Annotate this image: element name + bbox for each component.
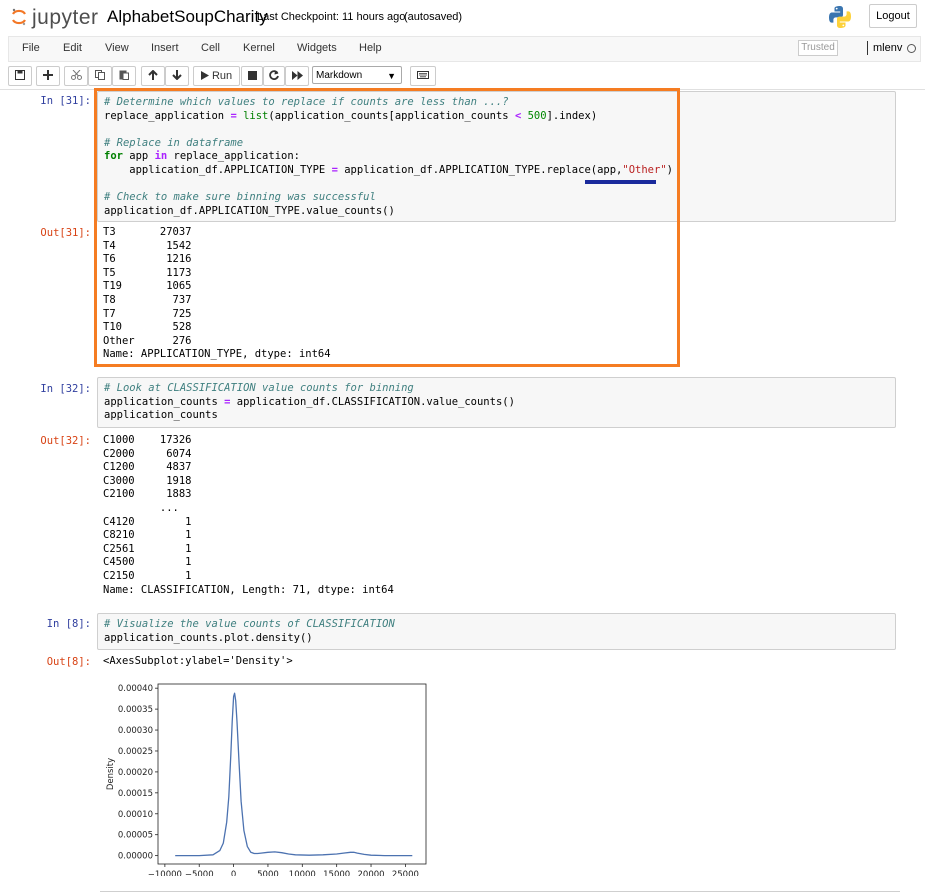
code-line: application_counts	[104, 409, 218, 422]
y-tick-label: 0.00005	[118, 831, 153, 841]
chevron-down-icon: ▼	[387, 71, 396, 81]
cell-type-select[interactable]: Markdown ▼	[312, 66, 402, 84]
code-cell-input[interactable]: # Visualize the value counts of CLASSIFI…	[97, 613, 896, 650]
x-tick-label: 15000	[323, 870, 350, 876]
code-line: application_counts.plot.density()	[104, 631, 313, 644]
y-tick-label: 0.00015	[118, 789, 153, 799]
menu-widgets[interactable]: Widgets	[297, 42, 337, 54]
copy-button[interactable]	[88, 66, 112, 86]
kernel-divider	[867, 41, 868, 55]
menu-cell[interactable]: Cell	[201, 42, 220, 54]
insert-cell-button[interactable]	[36, 66, 60, 86]
input-prompt: In [31]:	[40, 95, 91, 107]
y-tick-label: 0.00040	[118, 684, 153, 694]
x-tick-label: 5000	[257, 870, 279, 876]
output-prompt: Out[32]:	[40, 435, 91, 447]
arrow-up-icon	[148, 69, 158, 80]
x-tick-label: −10000	[148, 870, 182, 876]
keyboard-icon	[417, 71, 429, 79]
autosave-status: (autosaved)	[404, 11, 463, 23]
trusted-badge[interactable]: Trusted	[798, 40, 838, 56]
menu-file[interactable]: File	[22, 42, 40, 54]
y-tick-label: 0.00035	[118, 705, 153, 715]
menu-help[interactable]: Help	[359, 42, 382, 54]
move-up-button[interactable]	[141, 66, 165, 86]
run-button[interactable]: Run	[193, 66, 240, 86]
python-logo-icon	[829, 6, 851, 28]
input-prompt: In [32]:	[40, 383, 91, 395]
highlight-box	[94, 88, 680, 367]
cell-output: <AxesSubplot:ylabel='Density'>	[103, 655, 293, 667]
x-tick-label: 10000	[289, 870, 316, 876]
toolbar: Run Markdown ▼	[0, 62, 925, 88]
logout-button[interactable]: Logout	[869, 4, 917, 28]
x-tick-label: 0	[231, 870, 236, 876]
code-line: application_counts = application_df.CLAS…	[104, 395, 515, 408]
save-icon	[15, 70, 25, 80]
stop-icon	[247, 71, 257, 80]
density-plot: −10000 −5000 0 5000 10000 15000 20000 25000 0.00…	[106, 683, 427, 876]
menu-kernel[interactable]: Kernel	[243, 42, 275, 54]
y-tick-label: 0.00010	[118, 810, 153, 820]
output-prompt: Out[8]:	[46, 656, 91, 668]
cut-icon	[70, 69, 82, 80]
cell-type-value: Markdown	[316, 70, 363, 81]
y-tick-label: 0.00025	[118, 747, 153, 757]
run-label: Run	[211, 70, 233, 82]
x-tick-label: 20000	[358, 870, 385, 876]
copy-icon	[95, 70, 105, 80]
run-icon	[200, 71, 209, 80]
cut-button[interactable]	[64, 66, 88, 86]
paste-button[interactable]	[112, 66, 136, 86]
command-palette-button[interactable]	[410, 66, 436, 86]
y-tick-label: 0.00020	[118, 768, 153, 778]
plus-icon	[43, 70, 53, 80]
header: jupyter AlphabetSoupCharity Last Checkpo…	[0, 0, 925, 36]
interrupt-button[interactable]	[241, 66, 263, 86]
menu-edit[interactable]: Edit	[63, 42, 82, 54]
notebook-name[interactable]: AlphabetSoupCharity	[107, 7, 268, 27]
cell-divider	[100, 891, 900, 892]
code-text[interactable]: # Look at CLASSIFICATION value counts fo…	[104, 382, 515, 423]
cell-output: C1000 17326 C2000 6074 C1200 4837 C3000 …	[103, 434, 394, 596]
menu-bar: File Edit View Insert Cell Kernel Widget…	[8, 36, 921, 62]
logo-text: jupyter	[32, 6, 99, 29]
plot-frame	[157, 683, 427, 865]
input-prompt: In [8]:	[46, 618, 91, 630]
fast-forward-icon	[291, 71, 303, 80]
restart-icon	[269, 70, 279, 80]
kernel-name[interactable]: mlenv	[873, 42, 902, 54]
arrow-down-icon	[172, 70, 182, 81]
code-cell-input[interactable]: # Look at CLASSIFICATION value counts fo…	[97, 377, 896, 428]
code-text[interactable]: # Visualize the value counts of CLASSIFI…	[104, 618, 395, 645]
menu-insert[interactable]: Insert	[151, 42, 179, 54]
x-tick-label: 25000	[392, 870, 419, 876]
y-tick-label: 0.00030	[118, 726, 153, 736]
menu-view[interactable]: View	[105, 42, 129, 54]
underline-annotation	[585, 180, 656, 184]
kernel-status-icon	[907, 44, 916, 53]
restart-run-all-button[interactable]	[285, 66, 309, 86]
restart-button[interactable]	[263, 66, 285, 86]
paste-icon	[119, 70, 129, 80]
checkpoint-status: Last Checkpoint: 11 hours ago	[257, 11, 406, 23]
code-line: # Look at CLASSIFICATION value counts fo…	[104, 382, 414, 394]
jupyter-logo-icon	[12, 8, 26, 26]
code-line: # Visualize the value counts of CLASSIFI…	[104, 618, 395, 630]
jupyter-logo[interactable]: jupyter	[12, 5, 102, 31]
save-button[interactable]	[8, 66, 32, 86]
y-axis-label: Density	[106, 758, 116, 790]
x-tick-label: −5000	[185, 870, 214, 876]
move-down-button[interactable]	[165, 66, 189, 86]
output-prompt: Out[31]:	[40, 227, 91, 239]
y-tick-label: 0.00000	[118, 852, 153, 862]
